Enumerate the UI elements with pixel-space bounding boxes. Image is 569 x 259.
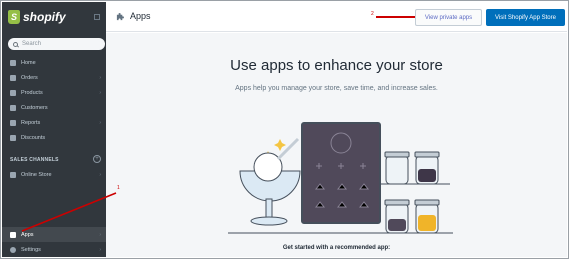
search-placeholder: Search: [22, 41, 42, 47]
jar-contents: [418, 215, 436, 231]
menu-board: [301, 122, 381, 224]
search-icon: [13, 41, 18, 47]
sidebar-item-settings[interactable]: Settings ›: [2, 242, 106, 257]
cup-base: [250, 216, 288, 226]
jar: [385, 155, 409, 185]
online-store-icon: [10, 171, 16, 178]
page-title-text: Apps: [130, 11, 151, 21]
sidebar-item-discounts[interactable]: Discounts: [2, 130, 106, 145]
apps-content: Use apps to enhance your store Apps help…: [106, 33, 567, 257]
sidebar-item-products[interactable]: Products ›: [2, 85, 106, 100]
page-title: Apps: [116, 11, 151, 21]
sidebar-item-home[interactable]: Home: [2, 55, 106, 70]
cup-stem: [265, 198, 273, 220]
chevron-right-icon: ›: [99, 90, 101, 96]
sidebar: S shopify Search Home Orders › Products …: [2, 2, 106, 257]
sidebar-item-label: Home: [21, 59, 36, 66]
sidebar-item-orders[interactable]: Orders ›: [2, 70, 106, 85]
sidebar-item-label: Orders: [21, 74, 38, 81]
chevron-right-icon: ›: [99, 247, 101, 253]
jar-lid: [384, 151, 410, 158]
logo-text: shopify: [23, 10, 66, 24]
customers-icon: [10, 104, 16, 111]
sales-channels-header: SALES CHANNELS: [10, 157, 59, 163]
shopify-bag-icon: S: [8, 10, 20, 24]
view-private-apps-button[interactable]: View private apps: [415, 9, 482, 26]
chevron-right-icon: ›: [99, 120, 101, 126]
reports-icon: [10, 119, 16, 126]
collapse-sidebar-icon[interactable]: [94, 14, 100, 20]
jar-contents: [418, 169, 436, 182]
chevron-right-icon: ›: [99, 75, 101, 81]
sparkle-icon: [274, 139, 286, 151]
discounts-icon: [10, 134, 16, 141]
jar-lid: [414, 151, 440, 158]
jar-lid: [384, 199, 410, 206]
annotation-marker-1: 1: [117, 185, 120, 191]
sidebar-item-reports[interactable]: Reports ›: [2, 115, 106, 130]
top-bar: Apps View private apps Visit Shopify App…: [106, 2, 567, 32]
orders-icon: [10, 74, 16, 81]
visit-app-store-button[interactable]: Visit Shopify App Store: [486, 9, 565, 26]
search-input[interactable]: Search: [8, 38, 105, 50]
add-sales-channel-icon[interactable]: +: [93, 155, 101, 163]
tag-icon: [10, 89, 16, 96]
sidebar-item-label: Apps: [21, 231, 34, 238]
sidebar-item-label: Customers: [21, 104, 48, 111]
sidebar-item-label: Discounts: [21, 134, 46, 141]
chevron-right-icon: ›: [99, 232, 101, 238]
page-subheading: Apps help you manage your store, save ti…: [235, 85, 438, 92]
sidebar-item-label: Reports: [21, 119, 41, 126]
puzzle-icon: [10, 231, 16, 238]
sidebar-item-label: Products: [21, 89, 43, 96]
recommended-apps-heading: Get started with a recommended app:: [282, 245, 391, 251]
jar-contents: [388, 219, 406, 231]
sidebar-item-customers[interactable]: Customers: [2, 100, 106, 115]
logo[interactable]: S shopify: [2, 2, 106, 32]
sidebar-item-label: Online Store: [21, 171, 52, 178]
sidebar-item-apps[interactable]: Apps ›: [2, 227, 106, 242]
apps-illustration: [228, 122, 453, 234]
puzzle-icon: [116, 12, 124, 20]
sidebar-item-label: Settings: [21, 246, 41, 253]
gear-icon: [10, 246, 16, 253]
home-icon: [10, 59, 16, 66]
page-headline: Use apps to enhance your store: [230, 57, 443, 74]
jar-lid: [414, 199, 440, 206]
chevron-right-icon: ›: [99, 172, 101, 178]
annotation-marker-2: 2: [371, 11, 374, 17]
sidebar-item-online-store[interactable]: Online Store ›: [2, 167, 106, 182]
